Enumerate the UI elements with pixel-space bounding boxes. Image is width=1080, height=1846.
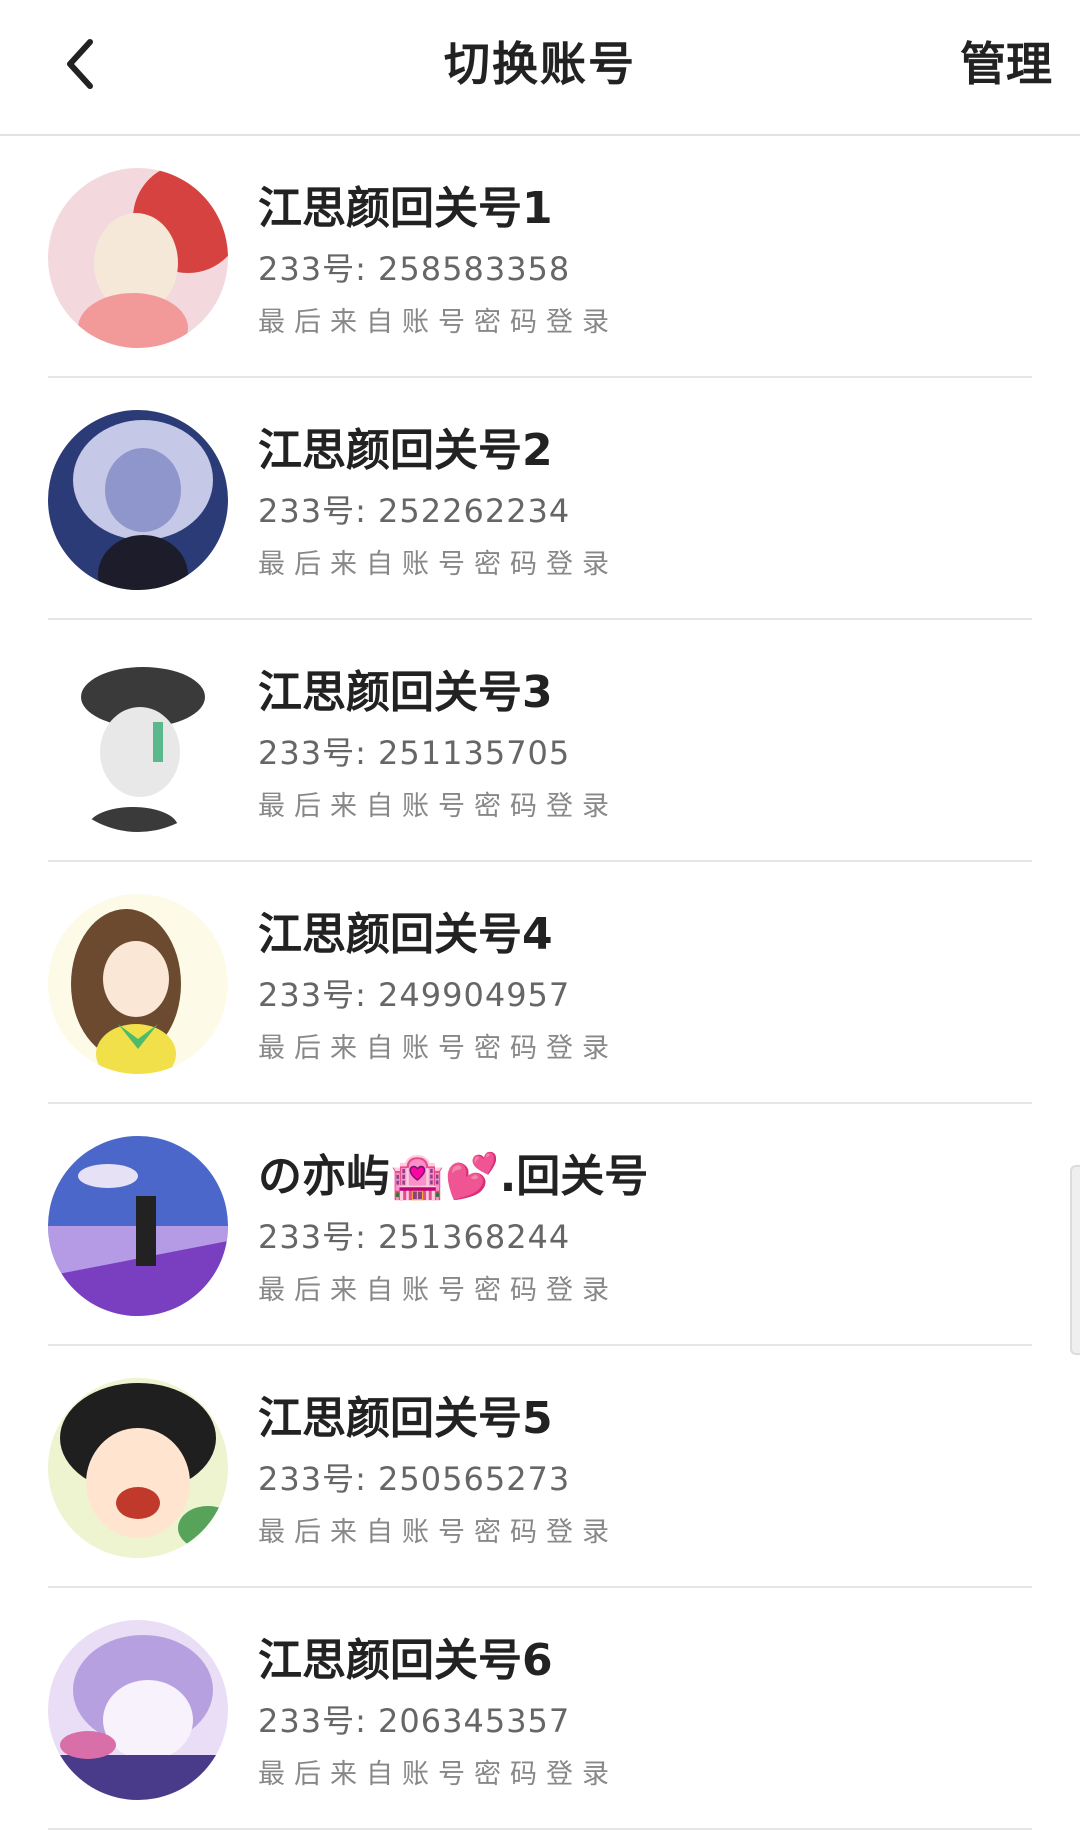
- avatar: [48, 1136, 228, 1316]
- account-item[interactable]: 江思颜回关号5 233号: 250565273 最后来自账号密码登录: [0, 1346, 1080, 1588]
- avatar: [48, 894, 228, 1074]
- account-id: 233号: 251368244: [258, 1218, 571, 1256]
- account-item[interactable]: 江思颜回关号6 233号: 206345357 最后来自账号密码登录: [0, 1588, 1080, 1830]
- login-source: 最后来自账号密码登录: [258, 307, 618, 338]
- login-source: 最后来自账号密码登录: [258, 791, 618, 822]
- manage-button[interactable]: 管理: [960, 28, 1052, 94]
- account-name: 江思颜回关号6: [258, 1635, 553, 1686]
- account-name: 江思颜回关号3: [258, 667, 553, 718]
- avatar: [48, 1620, 228, 1800]
- account-name: 江思颜回关号4: [258, 909, 553, 960]
- account-item[interactable]: 江思颜回关号3 233号: 251135705 最后来自账号密码登录: [0, 620, 1080, 862]
- avatar: [48, 1378, 228, 1558]
- account-item[interactable]: の亦屿🏩💕.回关号 233号: 251368244 最后来自账号密码登录: [0, 1104, 1080, 1346]
- account-item[interactable]: 江思颜回关号1 233号: 258583358 最后来自账号密码登录: [0, 136, 1080, 378]
- avatar: [48, 168, 228, 348]
- login-source: 最后来自账号密码登录: [258, 1275, 618, 1306]
- account-id: 233号: 251135705: [258, 734, 571, 772]
- avatar: [48, 410, 228, 590]
- side-scroll-handle[interactable]: [1070, 1165, 1080, 1355]
- login-source: 最后来自账号密码登录: [258, 1517, 618, 1548]
- account-name: の亦屿🏩💕.回关号: [258, 1151, 649, 1202]
- account-id: 233号: 252262234: [258, 492, 571, 530]
- account-name: 江思颜回关号1: [258, 183, 553, 234]
- account-id: 233号: 249904957: [258, 976, 571, 1014]
- account-name: 江思颜回关号5: [258, 1393, 553, 1444]
- avatar: [48, 652, 228, 832]
- login-source: 最后来自账号密码登录: [258, 1033, 618, 1064]
- account-item[interactable]: 江思颜回关号4 233号: 249904957 最后来自账号密码登录: [0, 862, 1080, 1104]
- account-name: 江思颜回关号2: [258, 425, 553, 476]
- account-id: 233号: 206345357: [258, 1702, 571, 1740]
- page-title: 切换账号: [444, 37, 636, 91]
- account-id: 233号: 250565273: [258, 1460, 571, 1498]
- account-item[interactable]: 江思颜回关号2 233号: 252262234 最后来自账号密码登录: [0, 378, 1080, 620]
- divider: [48, 1828, 1032, 1830]
- login-source: 最后来自账号密码登录: [258, 549, 618, 580]
- account-id: 233号: 258583358: [258, 250, 571, 288]
- login-source: 最后来自账号密码登录: [258, 1759, 618, 1790]
- top-bar: 切换账号 管理: [0, 0, 1080, 136]
- account-list: 江思颜回关号1 233号: 258583358 最后来自账号密码登录 江思颜回关…: [0, 136, 1080, 1830]
